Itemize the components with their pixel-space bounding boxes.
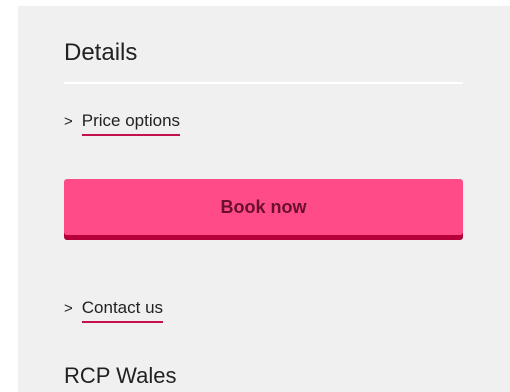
chevron-right-icon: >	[64, 113, 73, 130]
price-options-link[interactable]: Price options	[81, 110, 181, 136]
details-panel: Details > Price options Book now > Conta…	[18, 6, 510, 392]
contact-us-link[interactable]: Contact us	[81, 297, 164, 323]
contact-us-row: > Contact us	[64, 297, 164, 323]
org-title: RCP Wales	[64, 363, 177, 388]
chevron-right-icon: >	[64, 300, 73, 317]
price-options-row: > Price options	[64, 110, 181, 136]
heading-divider	[64, 82, 463, 84]
details-heading: Details	[64, 39, 138, 66]
book-now-button[interactable]: Book now	[64, 179, 463, 235]
